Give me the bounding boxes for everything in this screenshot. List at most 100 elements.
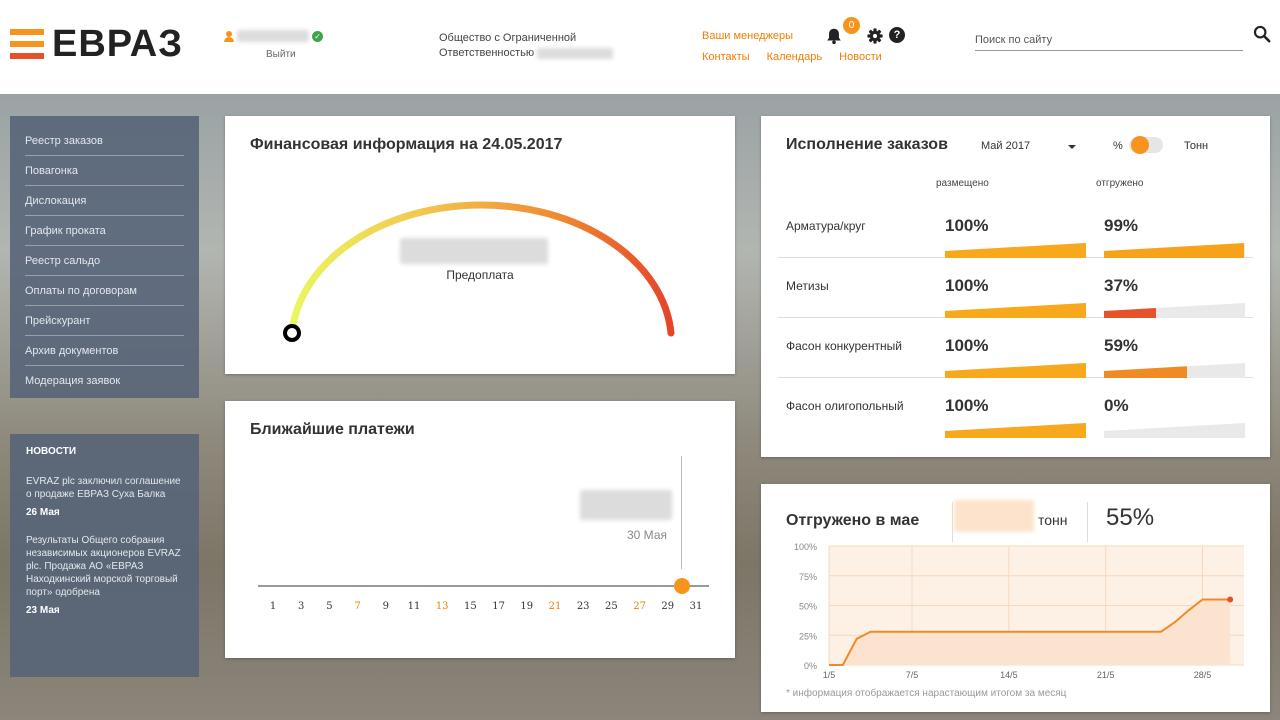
unit-percent-label: % [1113, 140, 1123, 152]
product-name: Арматура/круг [786, 219, 866, 233]
chart-x-tick-label: 21/5 [1097, 670, 1115, 680]
shipped-bar-fill [1104, 363, 1188, 378]
shipped-value: 59% [1104, 336, 1139, 355]
product-name: Фасон конкурентный [786, 339, 902, 353]
timeline-day-label: 7 [354, 601, 361, 612]
evraz-logo[interactable]: ЕВРАЗ [10, 23, 184, 65]
timeline-handle[interactable] [673, 578, 690, 594]
placed-bar-fill [945, 303, 1086, 318]
calendar-link[interactable]: Календарь [767, 51, 823, 63]
timeline-day-label: 3 [298, 601, 305, 612]
bell-icon[interactable] [825, 27, 843, 45]
user-info: ✓ [224, 30, 324, 43]
sidebar-menu: Реестр заказов Повагонка Дислокация Граф… [10, 116, 199, 398]
placed-value: 100% [945, 336, 989, 355]
chart-x-tick-label: 7/5 [906, 670, 919, 680]
timeline-track [258, 585, 709, 587]
payments-card: Ближайшие платежи 30 Мая 1 3 5 7 9 11 13 15 17 19… [225, 401, 735, 658]
chart-x-tick-label: 14/5 [1000, 670, 1018, 680]
timeline-day-label: 11 [407, 601, 421, 612]
news-panel: НОВОСТИ EVRAZ plc заключил соглашение о … [10, 434, 199, 677]
order-row: Фасон конкурентный 100% 59% [778, 318, 1253, 378]
timeline-day-label: 25 [605, 601, 618, 612]
chart-y-tick-label: 25% [799, 631, 817, 641]
orders-execution-card: Исполнение заказов Май 2017 % Тонн разме… [761, 116, 1270, 457]
gauge-pointer [283, 324, 301, 342]
payment-date-label: 30 Мая [627, 528, 667, 542]
search-input[interactable] [975, 32, 1243, 50]
company-name: Общество с Ограниченной Ответственностью [439, 31, 614, 61]
timeline-day-label: 1 [269, 601, 277, 612]
chart-last-point [1227, 596, 1234, 603]
timeline-day-label: 13 [435, 601, 449, 612]
user-name-redacted [237, 30, 310, 43]
chart-x-tick-label: 1/5 [823, 670, 836, 680]
order-row: Арматура/круг 100% 99% [778, 198, 1253, 258]
news-item-text[interactable]: Результаты Общего собрания независимых а… [26, 534, 183, 599]
product-name: Фасон олигопольный [786, 399, 904, 413]
gear-icon[interactable] [867, 28, 883, 44]
placed-bar [945, 363, 1086, 378]
timeline-day-label: 9 [382, 601, 389, 612]
news-link[interactable]: Новости [839, 51, 882, 63]
news-item-date: 23 Мая [26, 605, 60, 616]
company-line-2: Ответственностью [439, 47, 535, 59]
timeline-day-label: 19 [520, 601, 534, 612]
period-value: Май 2017 [981, 140, 1031, 152]
sidebar-item-contract-payments[interactable]: Оплаты по договорам [25, 276, 184, 306]
news-item-date: 26 Мая [26, 507, 60, 518]
placed-bar [945, 423, 1086, 438]
order-row: Фасон олигопольный 100% 0% [778, 378, 1253, 438]
timeline-day-label: 27 [633, 601, 646, 612]
payments-title: Ближайшие платежи [250, 421, 415, 438]
logo-text: ЕВРАЗ [52, 23, 184, 65]
shipped-bar [1104, 423, 1245, 438]
toggle-thumb [1131, 136, 1149, 154]
search-field [975, 30, 1243, 51]
sidebar-item-price-list[interactable]: Прейскурант [25, 306, 184, 336]
unit-tons-label: Тонн [1184, 140, 1209, 152]
news-item-text[interactable]: EVRAZ plc заключил соглашение о продаже … [26, 475, 183, 501]
shipped-bar [1104, 363, 1245, 378]
placed-bar [945, 243, 1086, 258]
sidebar-item-wagons[interactable]: Повагонка [25, 156, 184, 186]
contacts-link[interactable]: Контакты [702, 51, 750, 63]
timeline-day-label: 15 [464, 601, 477, 612]
logout-link[interactable]: Выйти [266, 49, 296, 60]
finance-card: Финансовая информация на 24.05.2017 Пред… [225, 116, 735, 374]
sidebar-item-orders-registry[interactable]: Реестр заказов [25, 126, 184, 156]
sidebar-item-dislocation[interactable]: Дислокация [25, 186, 184, 216]
unit-toggle[interactable] [1129, 136, 1163, 154]
timeline-day-label: 17 [492, 601, 505, 612]
chart-y-tick-label: 75% [799, 572, 817, 582]
managers-link[interactable]: Ваши менеджеры [702, 30, 793, 42]
chevron-down-icon [1068, 145, 1076, 149]
chart-y-tick-label: 0% [804, 661, 817, 671]
placed-bar-fill [945, 423, 1086, 438]
period-select[interactable]: Май 2017 [981, 140, 1081, 152]
product-name: Метизы [786, 279, 829, 293]
timeline-day-label: 29 [661, 601, 675, 612]
notification-badge: 0 [843, 17, 860, 34]
chart-x-tick-label: 28/5 [1194, 670, 1212, 680]
payment-amount-redacted [580, 490, 672, 520]
shipped-value: 99% [1104, 216, 1139, 235]
placed-value: 100% [945, 216, 989, 235]
placed-value: 100% [945, 396, 989, 415]
chart-y-tick-label: 100% [794, 542, 817, 552]
sidebar-item-documents-archive[interactable]: Архив документов [25, 336, 184, 366]
sidebar-item-balance-registry[interactable]: Реестр сальдо [25, 246, 184, 276]
placed-bar-fill [945, 243, 1086, 258]
verified-icon: ✓ [312, 30, 324, 42]
search-icon[interactable] [1253, 25, 1271, 43]
shipped-value: 37% [1104, 276, 1139, 295]
company-line-1: Общество с Ограниченной [439, 32, 577, 44]
order-row: Метизы 100% 37% [778, 258, 1253, 318]
sidebar-item-requests-moderation[interactable]: Модерация заявок [25, 366, 184, 396]
help-icon[interactable]: ? [889, 27, 905, 43]
timeline-days: 1 3 5 7 9 11 13 15 17 19 21 23 25 27 29 31 [225, 601, 735, 617]
finance-amount-redacted [400, 238, 548, 264]
sidebar-item-rolling-schedule[interactable]: График проката [25, 216, 184, 246]
timeline-day-label: 31 [689, 601, 703, 612]
shipped-value: 0% [1104, 396, 1129, 415]
